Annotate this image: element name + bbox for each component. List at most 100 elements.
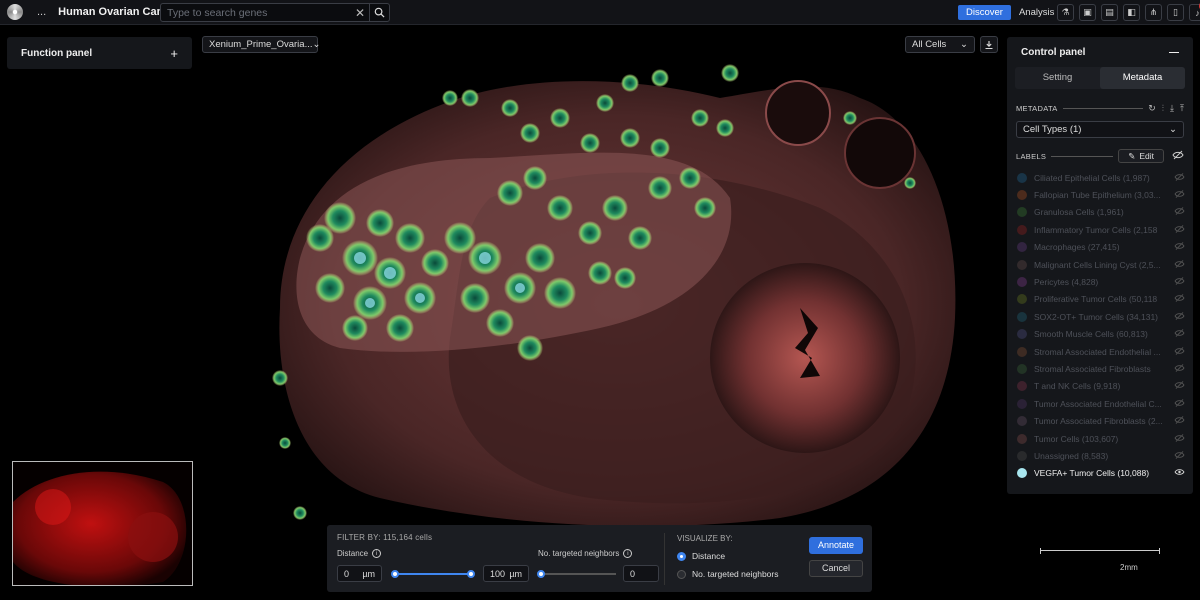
label-color-swatch[interactable] (1017, 329, 1027, 340)
metadata-title: METADATA (1016, 103, 1058, 113)
label-color-swatch[interactable] (1017, 450, 1027, 461)
label-color-swatch[interactable] (1017, 416, 1027, 427)
eye-off-icon[interactable] (1173, 311, 1185, 322)
label-item[interactable]: Malignant Cells Lining Cyst (2,5... (1007, 256, 1193, 273)
label-item[interactable]: Macrophages (27,415) (1007, 239, 1193, 256)
neighbors-slider[interactable] (537, 570, 616, 578)
label-color-swatch[interactable] (1017, 224, 1027, 235)
visualize-distance-radio[interactable]: Distance (677, 551, 725, 561)
download-icon[interactable]: ⤓ (1170, 103, 1174, 114)
label-item[interactable]: T and NK Cells (9,918) (1007, 378, 1193, 395)
sliders-icon[interactable]: ⫶ (1162, 103, 1164, 114)
function-panel[interactable]: Function panel + (7, 37, 192, 69)
gene-search-input[interactable] (161, 4, 351, 21)
label-color-swatch[interactable] (1017, 311, 1027, 322)
metadata-select[interactable]: Cell Types (1) ⌄ (1016, 121, 1184, 138)
label-color-swatch[interactable] (1017, 433, 1027, 444)
eye-off-icon[interactable] (1173, 364, 1185, 374)
neighbors-input[interactable]: 0 (623, 565, 659, 582)
annotate-button[interactable]: Annotate (809, 537, 863, 554)
eye-off-icon[interactable] (1173, 294, 1185, 304)
label-color-swatch[interactable] (1017, 277, 1027, 288)
neighbors-slider-handle[interactable] (537, 570, 545, 578)
label-color-swatch[interactable] (1017, 294, 1027, 305)
label-color-swatch[interactable] (1017, 381, 1027, 392)
label-item[interactable]: Tumor Associated Fibroblasts (2... (1007, 412, 1193, 429)
label-item[interactable]: Inflammatory Tumor Cells (2,158 (1007, 221, 1193, 238)
distance-max-input[interactable]: 100 µm (483, 565, 529, 582)
label-color-swatch[interactable] (1017, 259, 1027, 270)
label-color-swatch[interactable] (1017, 398, 1027, 409)
tab-metadata[interactable]: Metadata (1100, 67, 1185, 89)
label-item[interactable]: Pericytes (4,828) (1007, 273, 1193, 290)
label-item[interactable]: Stromal Associated Endothelial ... (1007, 343, 1193, 360)
eye-off-icon[interactable] (1173, 172, 1185, 183)
label-item[interactable]: SOX2-OT+ Tumor Cells (34,131) (1007, 308, 1193, 325)
eye-off-icon[interactable] (1173, 277, 1185, 287)
label-item[interactable]: Tumor Cells (103,607) (1007, 430, 1193, 447)
app-logo-icon[interactable] (7, 4, 23, 20)
tab-discover[interactable]: Discover (958, 5, 1011, 20)
label-color-swatch[interactable] (1017, 207, 1027, 218)
label-color-swatch[interactable] (1017, 172, 1027, 183)
flask-icon[interactable]: ⚗ (1057, 4, 1074, 21)
add-function-icon[interactable]: + (170, 46, 178, 61)
edit-labels-button[interactable]: ✎ Edit (1118, 149, 1164, 163)
distance-min-input[interactable]: 0 µm (337, 565, 382, 582)
label-item[interactable]: Tumor Associated Endothelial C... (1007, 395, 1193, 412)
download-button[interactable] (980, 36, 998, 53)
eye-off-icon[interactable] (1173, 259, 1185, 270)
eye-off-icon[interactable] (1173, 224, 1185, 235)
dataset-select[interactable]: Xenium_Prime_Ovaria... ⌄ (202, 36, 320, 53)
label-item[interactable]: Ciliated Epithelial Cells (1,987) (1007, 169, 1193, 186)
tissue-image-canvas[interactable] (260, 58, 960, 528)
label-color-swatch[interactable] (1017, 190, 1027, 201)
clipboard-icon[interactable]: ▯ (1167, 4, 1184, 21)
label-item[interactable]: Proliferative Tumor Cells (50,118 (1007, 291, 1193, 308)
hide-all-eye-icon[interactable] (1172, 150, 1184, 163)
label-item[interactable]: Stromal Associated Fibroblasts (1007, 360, 1193, 377)
label-color-swatch[interactable] (1017, 363, 1027, 374)
share-icon[interactable]: ⋔ (1145, 4, 1162, 21)
minimap[interactable] (12, 461, 193, 586)
eye-off-icon[interactable] (1173, 451, 1185, 461)
info-icon[interactable]: i (372, 549, 382, 559)
info-icon[interactable]: i (623, 549, 633, 559)
breadcrumb-ellipsis[interactable]: ... (37, 6, 46, 18)
eye-off-icon[interactable] (1173, 346, 1185, 357)
label-item[interactable]: Unassigned (8,583) (1007, 447, 1193, 464)
bag-icon[interactable]: ▤ (1101, 4, 1118, 21)
clear-search-icon[interactable]: ✕ (351, 6, 369, 20)
upload-icon[interactable]: ⤒ (1180, 103, 1184, 114)
distance-slider[interactable] (391, 570, 475, 578)
cancel-button[interactable]: Cancel (809, 560, 863, 577)
label-color-swatch[interactable] (1017, 242, 1027, 253)
eye-off-icon[interactable] (1173, 433, 1185, 444)
label-color-swatch[interactable] (1017, 346, 1027, 357)
layers-icon[interactable]: ◧ (1123, 4, 1140, 21)
eye-off-icon[interactable] (1173, 207, 1185, 217)
distance-slider-max-handle[interactable] (467, 570, 475, 578)
eye-off-icon[interactable] (1173, 242, 1185, 252)
distance-slider-min-handle[interactable] (391, 570, 399, 578)
eye-off-icon[interactable] (1173, 398, 1185, 409)
cells-filter-select[interactable]: All Cells ⌄ (905, 36, 975, 53)
refresh-icon[interactable]: ↻ (1148, 103, 1156, 114)
eye-off-icon[interactable] (1173, 381, 1185, 391)
label-color-swatch[interactable] (1017, 468, 1027, 479)
label-item[interactable]: Fallopian Tube Epithelium (3,03... (1007, 186, 1193, 203)
bell-icon[interactable]: ♪1 (1189, 1, 1200, 21)
label-item[interactable]: Granulosa Cells (1,961) (1007, 204, 1193, 221)
eye-off-icon[interactable] (1173, 416, 1185, 426)
visualize-neighbors-radio[interactable]: No. targeted neighbors (677, 569, 778, 579)
label-item[interactable]: VEGFA+ Tumor Cells (10,088) (1007, 465, 1193, 482)
tab-setting[interactable]: Setting (1015, 67, 1100, 89)
tab-analysis[interactable]: Analysis (1011, 5, 1062, 20)
collapse-icon[interactable]: — (1169, 47, 1179, 58)
eye-off-icon[interactable] (1173, 190, 1185, 200)
panel-icon[interactable]: ▣ (1079, 4, 1096, 21)
eye-icon[interactable] (1173, 468, 1185, 478)
search-button[interactable] (369, 4, 389, 21)
eye-off-icon[interactable] (1173, 329, 1185, 339)
label-item[interactable]: Smooth Muscle Cells (60,813) (1007, 326, 1193, 343)
